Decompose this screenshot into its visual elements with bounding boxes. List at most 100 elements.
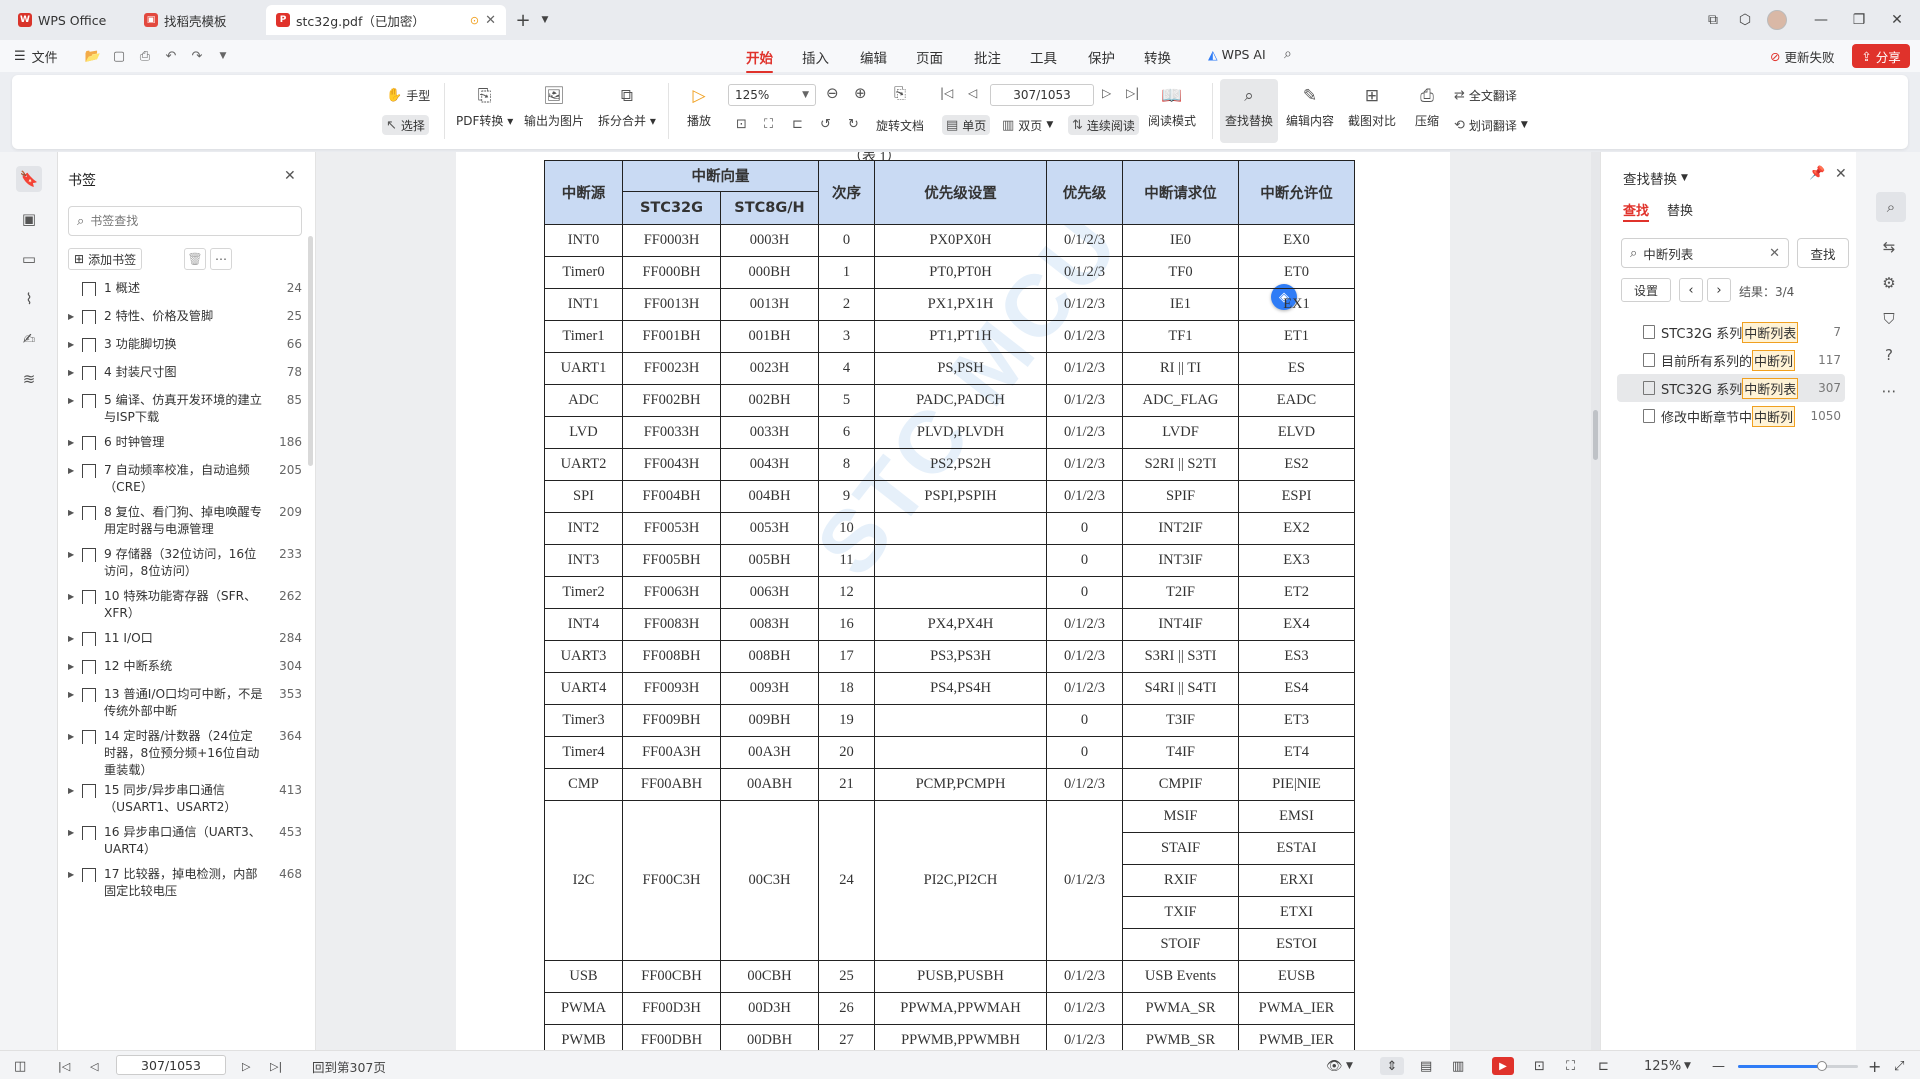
pin-icon[interactable]: 📌 (1809, 166, 1825, 181)
scrollbar[interactable] (308, 236, 313, 466)
close-tab-icon[interactable]: ✕ (485, 13, 496, 28)
add-bookmark-button[interactable]: ⊞ 添加书签 (68, 248, 143, 270)
split-merge-button[interactable]: ⧉ 拆分合并 ▾ (598, 83, 656, 129)
bookmark-item[interactable]: 1 概述 24 (68, 280, 308, 297)
zoom-out-icon[interactable]: ⊖ (826, 84, 839, 102)
bookmark-item[interactable]: ▶ 10 特殊功能寄存器（SFR、XFR） 262 (68, 588, 308, 622)
expand-arrow-icon[interactable]: ▶ (68, 824, 78, 841)
last-page-icon[interactable]: ▷| (1126, 86, 1139, 100)
double-page-mode-icon[interactable]: ▥ (1452, 1057, 1464, 1075)
expand-arrow-icon[interactable]: ▶ (68, 504, 78, 521)
zoom-menu-chevron-icon[interactable]: ▼ (1684, 1057, 1691, 1075)
more-chevron-icon[interactable]: ▼ (214, 48, 232, 64)
next-page-icon[interactable]: ▷ (242, 1057, 250, 1075)
expand-arrow-icon[interactable]: ▶ (68, 588, 78, 605)
bookmark-item[interactable]: ▶ 5 编译、仿真开发环境的建立与ISP下载 85 (68, 392, 308, 426)
zoom-slider[interactable] (1738, 1061, 1858, 1071)
delete-bookmark-icon[interactable]: 🗑 (184, 248, 206, 270)
rotate-document-button[interactable]: 旋转文档 (876, 115, 924, 135)
bookmark-item[interactable]: ▶ 4 封装尺寸图 78 (68, 364, 308, 381)
bookmark-item[interactable]: ▶ 9 存储器（32位访问，16位访问，8位访问） 233 (68, 546, 308, 580)
bookmark-item[interactable]: ▶ 15 同步/异步串口通信（USART1、USART2） 413 (68, 782, 308, 816)
search-icon[interactable]: ⌕ (1876, 192, 1906, 222)
menu-tools[interactable]: 工具 (1030, 47, 1057, 67)
menu-comment[interactable]: 批注 (974, 47, 1001, 67)
expand-arrow-icon[interactable]: ▶ (68, 782, 78, 799)
search-icon[interactable]: ⌕ (1284, 46, 1292, 62)
menu-insert[interactable]: 插入 (802, 47, 829, 67)
fit-page-icon[interactable]: ⛶ (764, 117, 773, 132)
redo-icon[interactable]: ↷ (188, 48, 206, 64)
bookmark-panel-icon[interactable]: 🔖 (16, 166, 42, 192)
find-settings-button[interactable]: 设置 (1621, 278, 1671, 302)
find-replace-button[interactable]: ⌕ 查找替换 (1220, 79, 1278, 143)
bookmark-item[interactable]: ▶ 2 特性、价格及管脚 25 (68, 308, 308, 325)
rotate-left-icon[interactable]: ↺ (820, 117, 831, 132)
close-find-panel-icon[interactable]: ✕ (1835, 166, 1847, 182)
continuous-mode-icon[interactable]: ⇕ (1380, 1057, 1404, 1075)
bookmark-item[interactable]: ▶ 17 比较器，掉电检测，内部固定比较电压 468 (68, 866, 308, 900)
rotate-right-icon[interactable]: ↻ (848, 117, 859, 132)
zoom-select[interactable]: 125% ▼ (728, 84, 816, 106)
bookmark-item[interactable]: ▶ 12 中断系统 304 (68, 658, 308, 675)
menu-page[interactable]: 页面 (916, 47, 943, 67)
export-image-button[interactable]: 🖼 输出为图片 (524, 83, 584, 129)
expand-arrow-icon[interactable]: ▶ (68, 728, 78, 745)
expand-arrow-icon[interactable]: ▶ (68, 630, 78, 647)
single-page-mode-icon[interactable]: ▤ (1420, 1057, 1432, 1075)
find-query[interactable]: 中断列表 (1643, 244, 1763, 263)
box-icon[interactable]: ⬡ (1732, 8, 1758, 32)
status-zoom-value[interactable]: 125% (1644, 1057, 1681, 1075)
clear-icon[interactable]: ✕ (1769, 246, 1780, 261)
compress-button[interactable]: ⎙ 压缩 (1414, 83, 1440, 129)
pdf-convert-button[interactable]: ⎘ PDF转换 ▾ (456, 83, 513, 129)
file-menu[interactable]: ☰ 文件 (14, 47, 58, 66)
fullscreen-icon[interactable]: ⛶ (1566, 1057, 1575, 1075)
expand-arrow-icon[interactable]: ▶ (68, 686, 78, 703)
next-result-icon[interactable]: › (1707, 278, 1731, 302)
expand-arrow-icon[interactable]: ▶ (68, 462, 78, 479)
find-button[interactable]: 查找 (1797, 238, 1849, 268)
bookmark-side-icon[interactable]: ⛉ (1876, 306, 1902, 332)
eye-menu-chevron-icon[interactable]: ▼ (1346, 1057, 1353, 1075)
tab-replace[interactable]: 替换 (1667, 200, 1693, 219)
wps-ai-button[interactable]: ◭ WPS AI (1208, 47, 1266, 62)
thumbnail-icon[interactable]: ▣ (16, 206, 42, 232)
play-button[interactable]: ▷ 播放 (686, 83, 712, 129)
expand-arrow-icon[interactable]: ▶ (68, 336, 78, 353)
zoom-in-icon[interactable]: ⊕ (854, 84, 867, 102)
first-page-icon[interactable]: |◁ (58, 1057, 70, 1075)
menu-protect[interactable]: 保护 (1088, 47, 1115, 67)
find-input-box[interactable]: ⌕ 中断列表 ✕ (1621, 238, 1789, 268)
print-icon[interactable]: ⎙ (136, 48, 154, 64)
word-translate-button[interactable]: ⟲ 划词翻译 ▼ (1454, 115, 1528, 135)
bookmark-item[interactable]: ▶ 11 I/O口 284 (68, 630, 308, 647)
first-page-icon[interactable]: |◁ (940, 86, 953, 100)
avatar[interactable] (1764, 8, 1790, 32)
adjust-icon[interactable]: ⚙ (1876, 270, 1902, 296)
expand-arrow-icon[interactable]: ▶ (68, 546, 78, 563)
doc-scrollbar-thumb[interactable] (1593, 410, 1598, 460)
eye-icon[interactable]: 👁 (1326, 1057, 1343, 1075)
zoom-out-icon[interactable]: — (1712, 1057, 1725, 1075)
fit-icon[interactable]: ⊡ (1534, 1057, 1545, 1075)
menu-start[interactable]: 开始 (746, 47, 773, 73)
select-tool-button[interactable]: ↖ 选择 (382, 115, 429, 135)
bookmark-search-input[interactable] (90, 214, 281, 228)
close-window-icon[interactable]: ✕ (1884, 8, 1910, 32)
tab-docer[interactable]: ▣ 找稻壳模板 (134, 5, 260, 35)
restore-icon[interactable]: ❐ (1846, 8, 1872, 32)
attachment-icon[interactable]: ⌇ (16, 286, 42, 312)
find-result-item[interactable]: 目前所有系列的 中断列 117 (1617, 346, 1845, 374)
bookmark-item[interactable]: ▶ 14 定时器/计数器（24位定时器，8位预分频+16位自动重装载） 364 (68, 728, 308, 779)
fit-actual-icon[interactable]: ⊡ (736, 117, 747, 132)
tab-wps-office[interactable]: W WPS Office (8, 5, 128, 35)
find-result-item[interactable]: 修改中断章节中 中断列 1050 (1617, 402, 1845, 430)
page-convert-icon[interactable]: ⎘ (894, 84, 906, 102)
prev-page-icon[interactable]: ◁ (968, 86, 977, 100)
expand-arrow-icon[interactable]: ▶ (68, 392, 78, 409)
zoom-slider-handle[interactable] (1817, 1061, 1827, 1071)
single-page-button[interactable]: ▤ 单页 (942, 115, 991, 135)
sidebar-toggle-icon[interactable]: ◫ (14, 1057, 26, 1075)
more-icon[interactable]: ⋯ (210, 248, 232, 270)
